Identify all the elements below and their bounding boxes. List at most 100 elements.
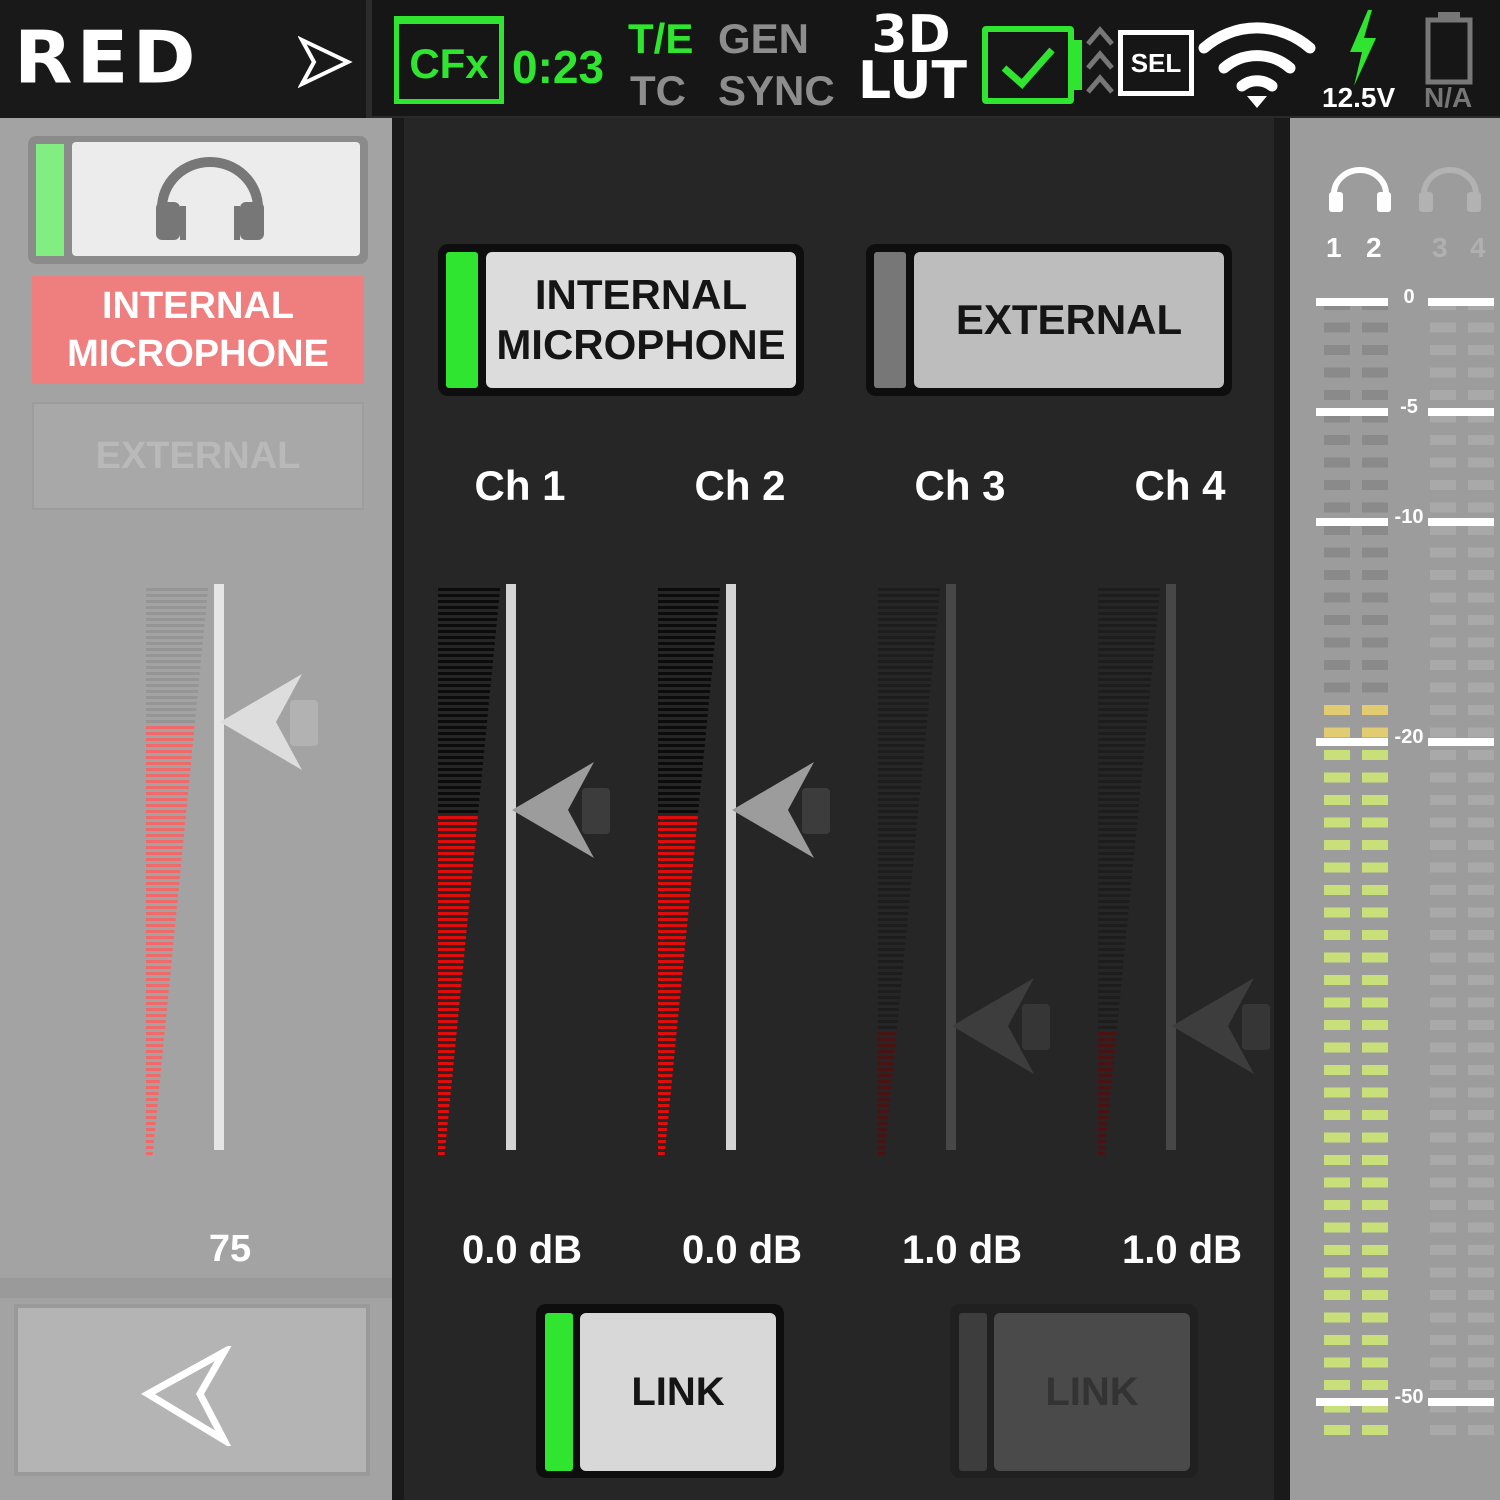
- meter-segment: [1098, 756, 1144, 759]
- level-segment: [1468, 1222, 1494, 1233]
- level-segment: [1362, 682, 1388, 693]
- channel-4-gain-slider[interactable]: [1092, 580, 1274, 1160]
- meter-segment: [878, 594, 940, 597]
- meter-segment: [438, 894, 471, 897]
- level-segment: [1468, 952, 1494, 963]
- link-ch1-ch2-led: [545, 1313, 573, 1471]
- level-segment: [1430, 975, 1456, 985]
- meter-segment: [146, 948, 173, 951]
- meter-segment: [146, 738, 194, 741]
- meter-segment: [658, 588, 720, 591]
- meter-segment: [146, 780, 190, 783]
- level-segment: [1468, 322, 1494, 333]
- meter-segment: [878, 1014, 899, 1017]
- meter-segment: [658, 660, 713, 663]
- level-segment: [1324, 862, 1350, 873]
- level-segment: [1362, 772, 1388, 783]
- level-segment: [1468, 502, 1494, 513]
- wifi-icon[interactable]: [1196, 6, 1318, 110]
- level-segment: [1468, 727, 1494, 738]
- level-segment: [1468, 1245, 1494, 1255]
- meter-segment: [1098, 672, 1152, 675]
- level-segment: [1468, 885, 1494, 895]
- level-segment: [1362, 817, 1388, 828]
- level-segment: [1430, 322, 1456, 333]
- channel-2-gain-slider[interactable]: [652, 580, 852, 1160]
- channel-3-gain-slider[interactable]: [872, 580, 1072, 1160]
- meter-segment: [1098, 702, 1149, 705]
- level-segment: [1362, 660, 1388, 670]
- level-segment: [1430, 727, 1456, 738]
- meter-segment: [438, 948, 465, 951]
- left-external-label[interactable]: EXTERNAL: [32, 402, 364, 510]
- level-segment: [1430, 997, 1456, 1008]
- meter-segment: [878, 636, 936, 639]
- meter-segment: [1098, 852, 1135, 855]
- internal-mic-button-label[interactable]: INTERNAL MICROPHONE: [486, 252, 796, 388]
- level-segment: [1362, 570, 1388, 580]
- meter-segment: [878, 1020, 898, 1023]
- level-segment: [1430, 952, 1456, 963]
- meter-segment: [878, 738, 926, 741]
- meter-segment: [878, 900, 910, 903]
- meter-segment: [146, 1086, 160, 1089]
- meter-segment: [878, 822, 918, 825]
- level-segment: [1324, 592, 1350, 603]
- level-segment: [1430, 1290, 1456, 1300]
- level-segment: [1362, 795, 1388, 805]
- channel-1-gain-slider[interactable]: [432, 580, 632, 1160]
- fader-knob-tail: [802, 788, 830, 834]
- meter-segment: [878, 1038, 896, 1041]
- meter-segment: [658, 996, 681, 999]
- link-ch1-ch2-label[interactable]: LINK: [580, 1313, 776, 1471]
- level-segment: [1430, 885, 1456, 895]
- meter-segment: [146, 972, 171, 975]
- meter-segment: [878, 1116, 889, 1119]
- meter-segment: [146, 606, 207, 609]
- level-segment: [1324, 1200, 1350, 1210]
- fader-knob-tail: [1022, 1004, 1050, 1050]
- level-segment: [1430, 637, 1456, 648]
- meter-segment: [658, 1044, 676, 1047]
- meter-segment: [1098, 1074, 1113, 1077]
- gen-indicator: GEN: [718, 15, 810, 62]
- meter-segment: [658, 636, 716, 639]
- left-internal-mic-label[interactable]: INTERNAL MICROPHONE: [32, 276, 364, 384]
- level-segment: [1430, 817, 1456, 828]
- level-segment: [1362, 547, 1388, 558]
- meter-segment: [1098, 1044, 1116, 1047]
- meter-segment: [658, 624, 717, 627]
- meter-segment: [146, 1044, 164, 1047]
- meter-segment: [878, 786, 921, 789]
- meter-segment: [1098, 738, 1146, 741]
- external-button-label[interactable]: EXTERNAL: [914, 252, 1224, 388]
- meter-segment: [1098, 936, 1126, 939]
- meter-segment: [146, 1038, 164, 1041]
- meter-segment: [878, 876, 912, 879]
- meter-segment: [1098, 798, 1140, 801]
- level-segment: [1430, 1177, 1456, 1188]
- meter-segment: [878, 1140, 886, 1143]
- level-segment: [1324, 907, 1350, 918]
- level-segment: [1362, 1380, 1388, 1390]
- level-segment: [1324, 457, 1350, 468]
- meter-segment: [1098, 780, 1142, 783]
- meter-segment: [658, 1032, 677, 1035]
- meter-segment: [1098, 1086, 1112, 1089]
- meter-segment: [146, 690, 199, 693]
- meter-segment: [146, 978, 170, 981]
- meter-segment: [878, 732, 926, 735]
- meter-segment: [438, 942, 466, 945]
- level-segment: [1324, 1222, 1350, 1233]
- meter-segment: [1098, 990, 1121, 993]
- link-ch3-ch4-label[interactable]: LINK: [994, 1313, 1190, 1471]
- level-segment: [1324, 772, 1350, 783]
- meter-segment: [146, 810, 187, 813]
- meter-segment: [658, 984, 682, 987]
- headphone-volume-slider[interactable]: [140, 580, 340, 1160]
- level-segment: [1324, 637, 1350, 648]
- meter-segment: [438, 996, 461, 999]
- meter-segment: [658, 828, 697, 831]
- meter-segment: [146, 828, 185, 831]
- meter-segment: [146, 924, 176, 927]
